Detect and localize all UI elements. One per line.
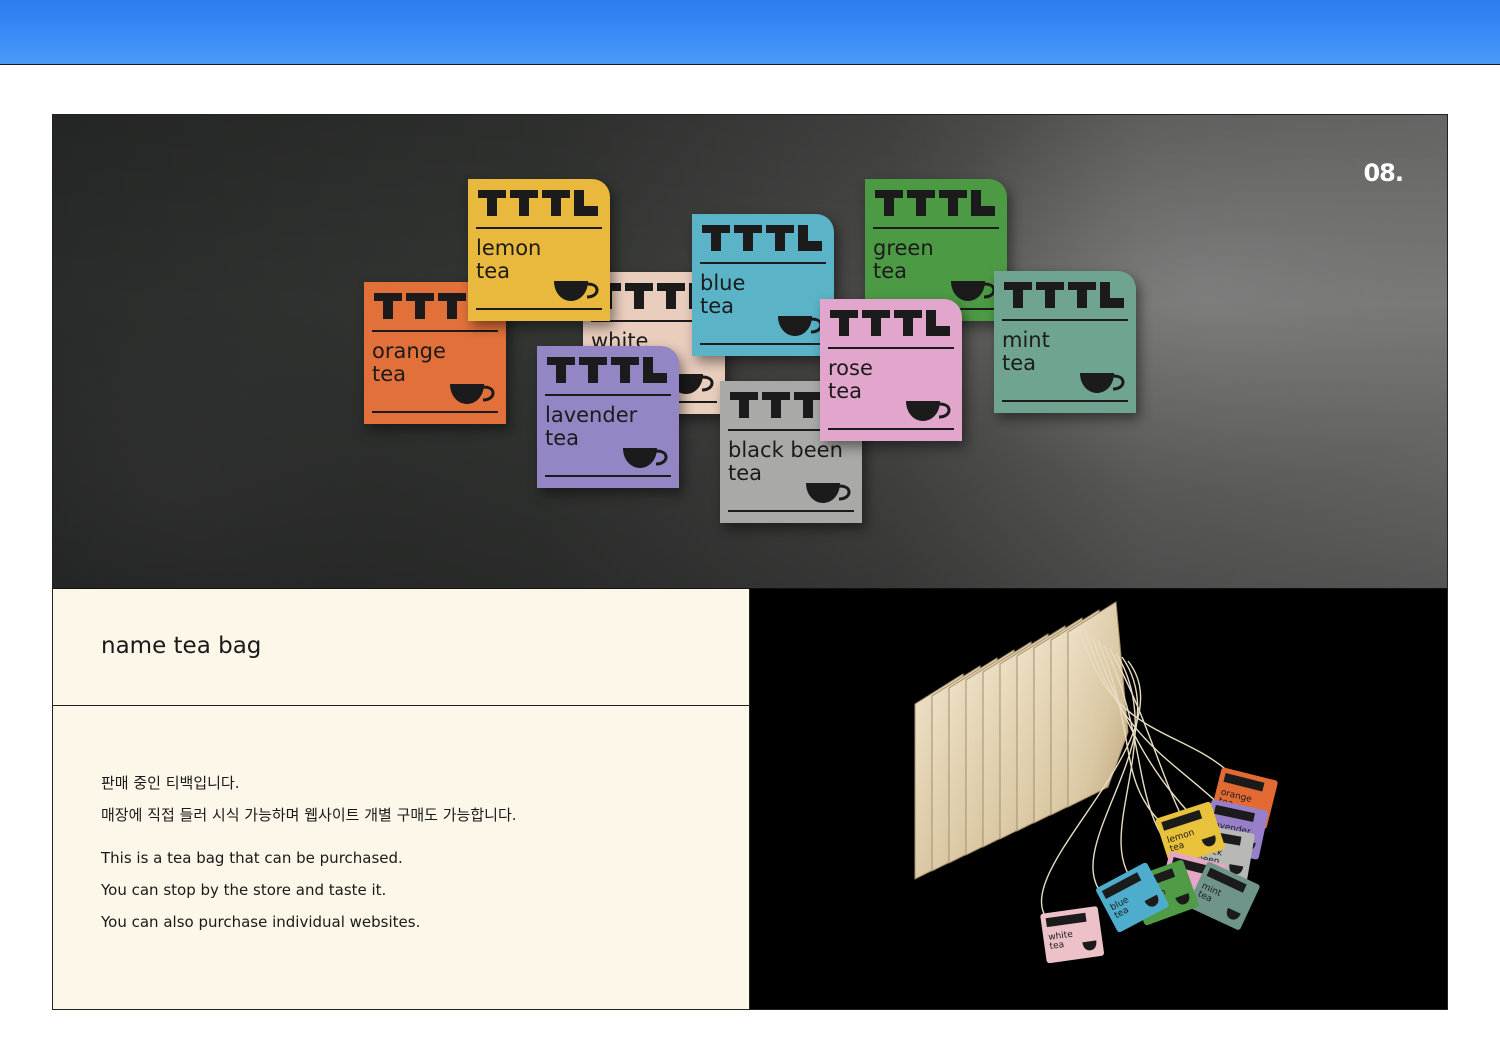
tea-tag-rose: rose tea <box>820 299 962 441</box>
tea-cup-icon <box>906 399 952 423</box>
tttl-logo-icon <box>700 223 824 253</box>
english-line-3: You can also purchase individual website… <box>101 913 421 931</box>
tag-rule-top <box>700 262 826 264</box>
tea-cup-icon <box>951 279 997 303</box>
slide-number: 08. <box>1363 159 1404 187</box>
tag-rule-bottom <box>1002 400 1128 402</box>
tea-bag-photo: orangetealavenderteablackbeentealemontea… <box>750 589 1447 1009</box>
tag-rule-top <box>372 330 498 332</box>
tag-name: orange tea <box>372 339 446 386</box>
tag-rule-top <box>476 227 602 229</box>
tea-bag-stack <box>914 601 1129 880</box>
tea-tag-lavender: lavender tea <box>537 346 679 488</box>
tea-cup-icon <box>806 481 852 505</box>
tea-tag-lemon: lemon tea <box>468 179 610 321</box>
tag-rule-top <box>1002 319 1128 321</box>
photo-tag-white-tea: whitetea <box>1040 906 1105 964</box>
english-line-1: This is a tea bag that can be purchased. <box>101 849 403 867</box>
tea-bag-illustration: orangetealavenderteablackbeentealemontea… <box>914 601 1278 964</box>
top-banner <box>0 0 1500 65</box>
tag-rule-bottom <box>545 475 671 477</box>
tag-name: black been tea <box>728 438 843 485</box>
photo-tag-label: tea <box>1049 940 1065 952</box>
tag-rule-top <box>873 227 999 229</box>
tag-rule-bottom <box>372 411 498 413</box>
tttl-logo-icon <box>873 188 997 218</box>
tea-cup-icon <box>1080 371 1126 395</box>
tag-rule-bottom <box>476 308 602 310</box>
tea-tag-blue: blue tea <box>692 214 834 356</box>
tttl-logo-icon <box>545 355 669 385</box>
tea-cup-icon <box>450 382 496 406</box>
english-line-2: You can stop by the store and taste it. <box>101 881 387 899</box>
tag-name: green tea <box>873 236 934 283</box>
section-title: name tea bag <box>101 633 262 659</box>
tag-name: lavender tea <box>545 403 638 450</box>
tag-name: mint tea <box>1002 328 1050 375</box>
text-panel: name tea bag 판매 중인 티백입니다. 매장에 직접 들러 시식 가… <box>53 589 750 1009</box>
presentation-frame: 08. orange tea lemon tea white blue tea lave… <box>52 114 1448 1010</box>
korean-line-2: 매장에 직접 들러 시식 가능하며 웹사이트 개별 구매도 가능합니다. <box>101 806 517 824</box>
tag-rule-bottom <box>828 428 954 430</box>
tag-rule-top <box>828 347 954 349</box>
tttl-logo-icon <box>828 308 952 338</box>
tag-rule-bottom <box>700 343 826 345</box>
tag-rule-bottom <box>728 510 854 512</box>
tea-cup-icon <box>554 279 600 303</box>
hero-image: 08. orange tea lemon tea white blue tea lave… <box>53 115 1447 589</box>
korean-line-1: 판매 중인 티백입니다. <box>101 774 240 792</box>
tttl-logo-icon <box>1002 280 1126 310</box>
tea-cup-icon <box>623 446 669 470</box>
tea-tag-mint: mint tea <box>994 271 1136 413</box>
tea-cup-icon <box>778 314 824 338</box>
tttl-logo-icon <box>476 188 600 218</box>
tag-name: lemon tea <box>476 236 542 283</box>
tag-name: rose tea <box>828 356 873 403</box>
tag-name: blue tea <box>700 271 746 318</box>
title-row: name tea bag <box>53 589 750 706</box>
tag-rule-top <box>545 394 671 396</box>
